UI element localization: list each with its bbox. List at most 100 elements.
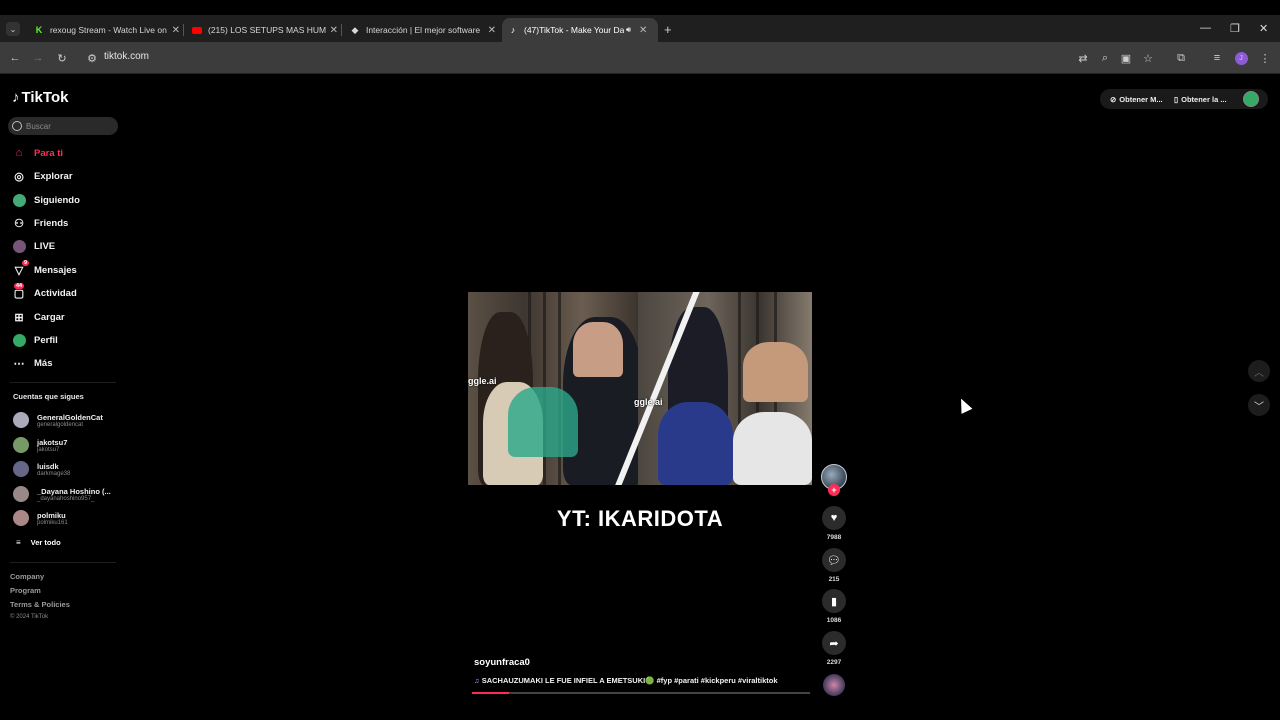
forward-icon[interactable]: → [30, 50, 46, 66]
search-input[interactable]: Buscar [8, 117, 118, 135]
following-account[interactable]: polmiku polmiku161 [13, 508, 68, 528]
tab-youtube[interactable]: (215) LOS SETUPS MAS HUMILI ✕ [188, 18, 338, 42]
nav-more[interactable]: ⋯ Más [12, 354, 53, 372]
get-pc-app-button[interactable]: ⊘ Obtener M... [1104, 89, 1169, 109]
follow-plus-icon[interactable]: + [828, 484, 840, 496]
restore-icon[interactable]: ❐ [1230, 22, 1240, 35]
get-app-label: Obtener la ... [1181, 94, 1227, 104]
site-info-icon[interactable]: ⚙ [84, 50, 100, 66]
avatar [13, 412, 29, 428]
footer-terms[interactable]: Terms & Policies [10, 600, 70, 609]
following-title: Cuentas que sigues [13, 392, 84, 401]
comment-count: 215 [828, 576, 840, 583]
footer-company[interactable]: Company [10, 572, 44, 581]
minimize-icon[interactable]: — [1200, 22, 1211, 34]
audio-playing-icon[interactable]: 🔊︎ [626, 25, 631, 35]
following-account[interactable]: GeneralGoldenCat generalgoldencat [13, 410, 103, 430]
tiktok-logo[interactable]: ♪ TikTok [12, 89, 68, 106]
tab-title: (47)TikTok - Make Your Day [524, 25, 624, 35]
copyright: © 2024 TikTok [10, 614, 49, 620]
footer-program[interactable]: Program [10, 586, 41, 595]
sidebar-divider [10, 562, 116, 563]
profile-icon [12, 333, 26, 347]
reload-icon[interactable]: ↻ [54, 50, 70, 66]
following-account[interactable]: luisdk darkmage38 [13, 459, 70, 479]
video-watermark: ggle.ai [468, 376, 497, 386]
nav-label: Mensajes [34, 264, 77, 276]
video-player[interactable]: ggle.ai ggle.ai [468, 292, 812, 485]
close-tab-icon[interactable]: ✕ [488, 25, 496, 36]
close-tab-icon[interactable]: ✕ [330, 25, 338, 36]
tab-interaccion[interactable]: ◆ Interacción | El mejor software ✕ [346, 18, 496, 42]
see-all-link[interactable]: ≡ Ver todo [16, 538, 61, 547]
extensions-icon[interactable]: ⧉ [1173, 50, 1189, 66]
translate-icon[interactable]: ⇄ [1075, 50, 1091, 66]
tiktok-page: ♪ TikTok Buscar ⌂ Para ti ◎ Explorar Sig… [0, 74, 1280, 720]
close-tab-icon[interactable]: ✕ [639, 25, 647, 36]
nav-label: Cargar [34, 311, 65, 323]
address-bar[interactable]: ⚙ [80, 46, 1080, 70]
bookmark-star-icon[interactable]: ☆ [1140, 50, 1156, 66]
following-account[interactable]: _Dayana Hoshino (... _dayanahoshino957_ [13, 484, 111, 504]
get-app-button[interactable]: ▯ Obtener la ... [1168, 89, 1233, 109]
save-button[interactable]: ▮ [822, 589, 846, 613]
chevron-up-icon: ︿ [1254, 367, 1264, 379]
nav-following[interactable]: Siguiendo [12, 191, 80, 209]
nav-profile[interactable]: Perfil [12, 331, 58, 349]
nav-activity[interactable]: ▢ 44 Actividad [12, 283, 77, 302]
like-button[interactable]: ♥ [822, 506, 846, 530]
video-author[interactable]: soyunfraca0 [474, 657, 530, 668]
mouse-cursor [955, 396, 973, 414]
video-progress-fill [472, 692, 510, 694]
video-watermark: ggle.ai [634, 397, 663, 407]
next-video-button[interactable]: ﹀ [1248, 394, 1270, 416]
close-tab-icon[interactable]: ✕ [172, 25, 180, 36]
back-icon[interactable]: ← [7, 50, 23, 66]
following-account[interactable]: jakotsu7 jakotsu7 [13, 435, 67, 455]
media-control-icon[interactable]: ≡ [1209, 50, 1225, 66]
close-window-icon[interactable]: ✕ [1259, 22, 1268, 35]
account-handle: jakotsu7 [37, 446, 60, 453]
video-progress-bar[interactable] [472, 692, 810, 694]
nav-live[interactable]: LIVE [12, 237, 55, 255]
url-text[interactable]: tiktok.com [104, 51, 149, 62]
nav-explore[interactable]: ◎ Explorar [12, 167, 72, 185]
account-name: jakotsu7 [37, 437, 68, 447]
kick-icon: K [35, 25, 43, 35]
user-avatar[interactable] [1243, 91, 1259, 107]
new-tab-button[interactable]: + [664, 22, 672, 37]
comment-button[interactable]: 💬︎ [822, 548, 846, 572]
nav-friends[interactable]: ⚇ Friends [12, 214, 68, 232]
music-disc[interactable] [823, 674, 845, 696]
share-button[interactable]: ➦ [822, 631, 846, 655]
account-name: _Dayana Hoshino (... [37, 486, 111, 496]
browser-menu-icon[interactable]: ⋮ [1257, 50, 1273, 66]
profile-avatar-icon[interactable]: J [1233, 50, 1249, 66]
tabstrip-top-bar [0, 0, 1280, 15]
tab-tiktok[interactable]: ♪ (47)TikTok - Make Your Day 🔊︎ ✕ [502, 18, 658, 42]
nav-upload[interactable]: ⊞ Cargar [12, 308, 65, 326]
nav-for-you[interactable]: ⌂ Para ti [12, 144, 63, 162]
zoom-icon[interactable]: ⌕ [1097, 50, 1113, 66]
nav-label: Actividad [34, 287, 77, 299]
nav-messages[interactable]: ▽ 9 Mensajes [12, 260, 77, 279]
nav-label: LIVE [34, 240, 56, 252]
avatar [13, 461, 29, 477]
nav-label: Siguiendo [34, 194, 80, 206]
chevron-down-icon: ﹀ [1254, 401, 1264, 413]
video-right-panel [638, 292, 812, 485]
previous-video-button[interactable]: ︿ [1248, 360, 1270, 382]
tab-search-button[interactable]: ⌄ [6, 22, 20, 36]
nav-label: Para ti [34, 147, 64, 159]
tab-kick[interactable]: K rexoug Stream - Watch Live on ✕ [30, 18, 180, 42]
account-handle: generalgoldencat [37, 421, 84, 428]
search-icon [12, 121, 22, 131]
phone-icon: ▯ [1174, 94, 1179, 104]
share-count: 2297 [826, 659, 842, 666]
install-app-icon[interactable]: ▣ [1118, 50, 1134, 66]
browser-toolbar: ← → ↻ ⚙ tiktok.com ⇄ ⌕ ▣ ☆ ⧉ ≡ J ⋮ [0, 42, 1280, 74]
avatar [13, 510, 29, 526]
browser-tabstrip: ⌄ K rexoug Stream - Watch Live on ✕ (215… [0, 0, 1280, 42]
messages-badge: 9 [22, 260, 30, 266]
account-name: GeneralGoldenCat [37, 412, 103, 422]
